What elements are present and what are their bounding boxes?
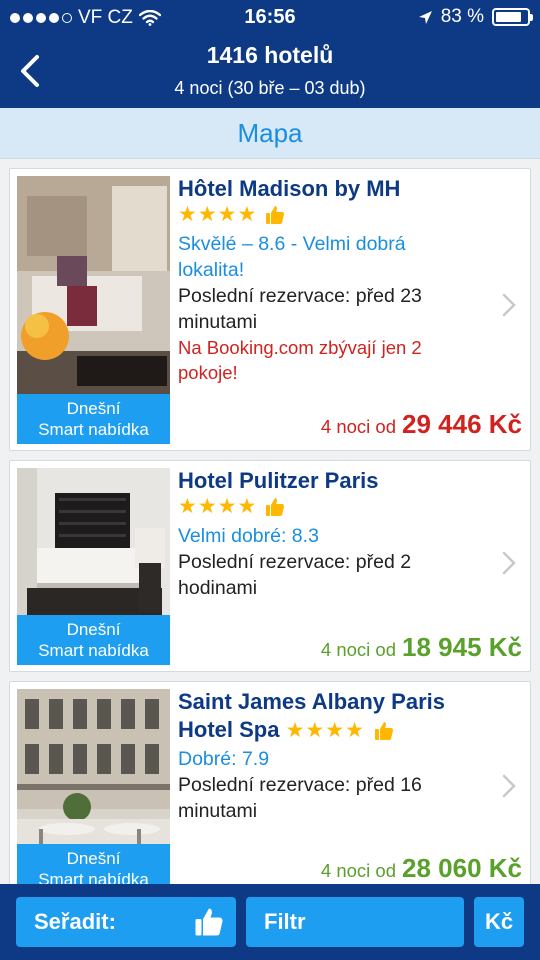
- hotel-name-line2: Hotel Spa: [178, 717, 280, 742]
- bottom-toolbar: Seřadit: Filtr Kč: [0, 884, 540, 960]
- star-icon: ★: [197, 495, 217, 518]
- stars-row: ★ ★ ★ ★: [178, 495, 488, 523]
- star-icon: ★: [197, 203, 217, 226]
- page-title: 1416 hotelů: [206, 42, 334, 68]
- star-icon: ★: [285, 719, 305, 743]
- review-score-cont: lokalita!: [178, 259, 245, 281]
- star-rating: ★ ★ ★ ★: [178, 203, 256, 227]
- price-prefix: 4 noci od: [320, 860, 397, 881]
- smart-deal-badge: Dnešní Smart nabídka: [17, 615, 170, 665]
- star-rating: ★ ★ ★ ★: [178, 495, 256, 519]
- hotel-thumbnail: Dnešní Smart nabídka: [17, 176, 170, 444]
- star-icon: ★: [178, 203, 197, 226]
- thumbs-up-icon: [375, 722, 394, 741]
- currency-label: Kč: [484, 909, 514, 934]
- star-icon: ★: [217, 495, 237, 518]
- last-booking-cont: minutami: [178, 800, 258, 822]
- price-prefix: 4 noci od: [320, 639, 397, 660]
- availability-warning-cont: pokoje!: [178, 362, 238, 383]
- review-score: Velmi dobré: 8.3: [178, 525, 319, 547]
- last-booking: Poslední rezervace: před 16: [178, 774, 422, 796]
- filter-button[interactable]: Filtr: [246, 897, 464, 947]
- star-rating: ★ ★ ★ ★: [286, 719, 364, 743]
- badge-line: Smart nabídka: [38, 870, 149, 884]
- chevron-right-icon: [502, 774, 516, 798]
- sort-button[interactable]: Seřadit:: [16, 897, 236, 947]
- location-arrow-icon: [418, 10, 432, 24]
- hotel-info: Saint James Albany Paris Hotel Spa ★ ★ ★…: [178, 688, 488, 824]
- battery-percent: 83 %: [440, 6, 484, 27]
- smart-deal-badge: Dnešní Smart nabídka: [17, 844, 170, 884]
- star-icon: ★: [305, 719, 325, 743]
- star-icon: ★: [345, 719, 364, 743]
- hotel-name-cont: Hotel Spa ★ ★ ★ ★: [178, 716, 488, 746]
- hotel-info: Hotel Pulitzer Paris ★ ★ ★ ★ Velmi dobré…: [178, 467, 488, 601]
- thumbs-up-icon: [265, 206, 284, 224]
- hotel-list: Dnešní Smart nabídka Hôtel Madison by MH…: [0, 159, 540, 884]
- last-booking: Poslední rezervace: před 23: [178, 285, 422, 307]
- hotel-name: Hotel Pulitzer Paris: [178, 468, 379, 493]
- hotel-thumbnail: Dnešní Smart nabídka: [17, 468, 170, 665]
- availability-warning: Na Booking.com zbývají jen 2: [178, 337, 422, 358]
- map-button[interactable]: Mapa: [0, 108, 540, 159]
- price-prefix: 4 noci od: [320, 416, 397, 437]
- filter-label: Filtr: [264, 909, 306, 934]
- price-value: 28 060 Kč: [402, 853, 522, 883]
- thumbs-up-icon: [195, 908, 223, 936]
- star-icon: ★: [325, 719, 345, 743]
- badge-line: Dnešní: [66, 399, 121, 418]
- review-score: Skvělé – 8.6 - Velmi dobrá: [178, 233, 406, 255]
- hotel-card-pulitzer[interactable]: Dnešní Smart nabídka Hotel Pulitzer Pari…: [9, 460, 531, 672]
- battery-icon: [492, 8, 533, 26]
- star-icon: ★: [178, 495, 197, 518]
- hotel-thumbnail: Dnešní Smart nabídka: [17, 689, 170, 884]
- chevron-right-icon: [502, 293, 516, 317]
- chevron-right-icon: [502, 551, 516, 575]
- star-icon: ★: [217, 203, 237, 226]
- last-booking: Poslední rezervace: před 2: [178, 551, 412, 573]
- price-row: 4 noci od 29 446 Kč: [321, 409, 522, 440]
- price-value: 18 945 Kč: [402, 632, 522, 662]
- status-right: 83 %: [418, 6, 533, 28]
- battery-level-fill: [496, 12, 521, 22]
- star-icon: ★: [237, 495, 257, 518]
- battery-cap: [530, 14, 533, 21]
- badge-line: Dnešní: [66, 849, 121, 868]
- price-row: 4 noci od 18 945 Kč: [321, 632, 522, 663]
- thumbs-up-icon: [265, 498, 284, 516]
- hotel-card-saint-james[interactable]: Dnešní Smart nabídka Saint James Albany …: [9, 681, 531, 884]
- review-score: Dobré: 7.9: [178, 748, 270, 770]
- price-row: 4 noci od 28 060 Kč: [321, 853, 522, 884]
- page-subtitle: 4 noci (30 bře – 03 dub): [174, 78, 366, 98]
- badge-line: Smart nabídka: [38, 641, 149, 660]
- hotel-name: Hôtel Madison by MH: [178, 176, 401, 201]
- stars-row: ★ ★ ★ ★: [178, 203, 488, 231]
- hotel-info: Hôtel Madison by MH ★ ★ ★ ★ Skvělé – 8.6…: [178, 175, 488, 385]
- nav-bar: 1416 hotelů 4 noci (30 bře – 03 dub): [0, 34, 540, 108]
- last-booking-cont: minutami: [178, 311, 258, 333]
- status-bar: VF CZ 16:56 83 %: [0, 0, 540, 34]
- currency-button[interactable]: Kč: [474, 897, 524, 947]
- star-icon: ★: [237, 203, 257, 226]
- badge-line: Smart nabídka: [38, 420, 149, 439]
- sort-label: Seřadit:: [34, 909, 116, 934]
- hotel-name: Saint James Albany Paris: [178, 689, 445, 714]
- badge-line: Dnešní: [66, 620, 121, 639]
- hotel-card-madison[interactable]: Dnešní Smart nabídka Hôtel Madison by MH…: [9, 168, 531, 451]
- smart-deal-badge: Dnešní Smart nabídka: [17, 394, 170, 444]
- last-booking-cont: hodinami: [178, 577, 258, 599]
- price-value: 29 446 Kč: [402, 409, 522, 439]
